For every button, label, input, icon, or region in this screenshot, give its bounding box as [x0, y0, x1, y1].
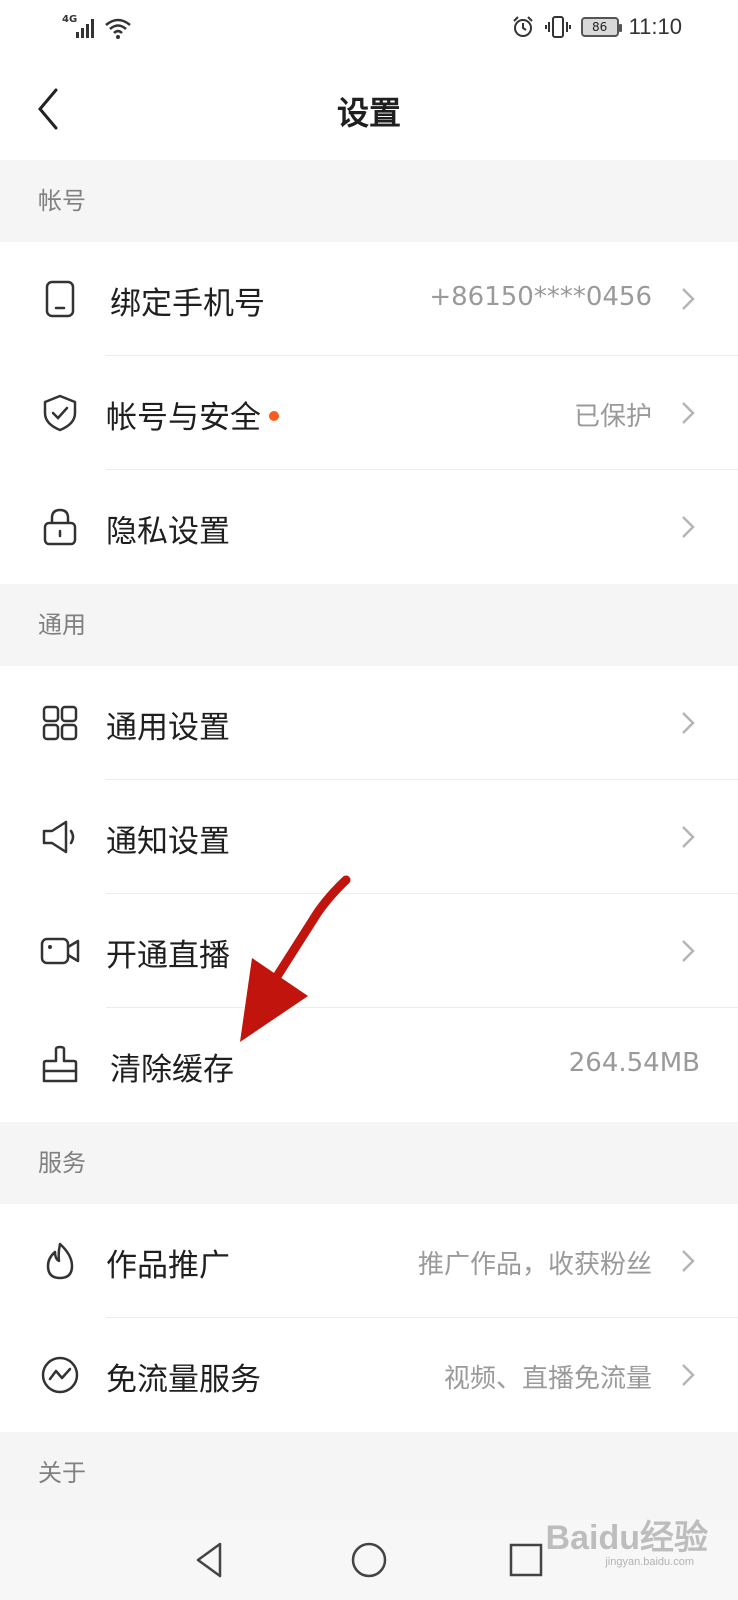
chevron-right-icon — [682, 402, 695, 424]
row-account-security[interactable]: 帐号与安全 已保护 — [0, 356, 738, 470]
alarm-icon — [512, 16, 533, 37]
row-bind-phone[interactable]: 绑定手机号 +86150****0456 — [0, 242, 738, 356]
chevron-right-icon — [682, 288, 695, 310]
row-value: 视频、直播免流量 — [443, 1364, 652, 1394]
chevron-right-icon — [682, 940, 695, 962]
nav-home-button[interactable] — [345, 1536, 393, 1584]
row-label: 免流量服务 — [106, 1362, 261, 1398]
row-value: 已保护 — [573, 402, 652, 432]
row-start-live[interactable]: 开通直播 — [0, 894, 738, 1008]
row-value: 推广作品，收获粉丝 — [417, 1250, 652, 1280]
row-label: 隐私设置 — [106, 514, 230, 550]
nav-recents-button[interactable] — [502, 1536, 550, 1584]
traffic-icon — [41, 1356, 79, 1394]
status-right: 86 11:10 — [511, 14, 682, 40]
nav-back-button[interactable] — [186, 1536, 234, 1584]
section-title: 通用 — [38, 611, 86, 639]
row-general-settings[interactable]: 通用设置 — [0, 666, 738, 780]
row-label: 绑定手机号 — [110, 286, 265, 322]
baidu-watermark: Baidu经验 — [545, 1519, 708, 1557]
section-header-account: 帐号 — [0, 160, 738, 242]
flame-icon — [46, 1242, 74, 1280]
nav-header: 设置 — [0, 58, 738, 160]
baidu-watermark-url: jingyan.baidu.com — [605, 1556, 694, 1568]
row-free-data-service[interactable]: 免流量服务 视频、直播免流量 — [0, 1318, 738, 1432]
battery-indicator: 86 — [580, 17, 622, 37]
section-title: 服务 — [38, 1149, 86, 1177]
section-header-general: 通用 — [0, 584, 738, 666]
lock-icon — [43, 508, 77, 546]
video-camera-icon — [40, 937, 80, 965]
row-label: 作品推广 — [106, 1248, 230, 1284]
phone-icon — [45, 280, 75, 318]
brush-icon — [42, 1045, 78, 1083]
cellular-signal-icon: 4G — [62, 14, 98, 40]
row-work-promotion[interactable]: 作品推广 推广作品，收获粉丝 — [0, 1204, 738, 1318]
battery-level: 86 — [591, 20, 608, 34]
grid-icon — [42, 705, 78, 741]
row-label: 清除缓存 — [110, 1052, 234, 1088]
row-label-wrap: 帐号与安全 — [106, 392, 279, 437]
page-title: 设置 — [336, 94, 401, 132]
chevron-right-icon — [682, 712, 695, 734]
section-title: 帐号 — [38, 187, 86, 215]
chevron-right-icon — [682, 516, 695, 538]
clock: 11:10 — [628, 14, 682, 39]
cache-size: 264.54MB — [568, 1048, 700, 1078]
speaker-icon — [42, 820, 75, 854]
vibrate-icon — [544, 16, 571, 38]
shield-icon — [43, 394, 77, 432]
row-clear-cache[interactable]: 清除缓存 264.54MB — [0, 1008, 738, 1122]
section-title: 关于 — [38, 1459, 86, 1487]
chevron-right-icon — [682, 1250, 695, 1272]
wifi-icon — [105, 18, 131, 39]
section-header-about: 关于 — [0, 1432, 738, 1520]
row-privacy-settings[interactable]: 隐私设置 — [0, 470, 738, 584]
chevron-right-icon — [682, 826, 695, 848]
chevron-right-icon — [682, 1364, 695, 1386]
row-label: 开通直播 — [106, 938, 230, 974]
row-label: 通用设置 — [106, 710, 230, 746]
new-indicator-dot — [269, 410, 279, 421]
status-bar: 4G 86 11:10 — [0, 0, 738, 58]
section-header-service: 服务 — [0, 1122, 738, 1204]
row-notification-settings[interactable]: 通知设置 — [0, 780, 738, 894]
row-label: 通知设置 — [106, 824, 230, 860]
row-value: +86150****0456 — [429, 282, 652, 312]
status-left: 4G — [62, 14, 132, 40]
row-label: 帐号与安全 — [106, 400, 261, 436]
